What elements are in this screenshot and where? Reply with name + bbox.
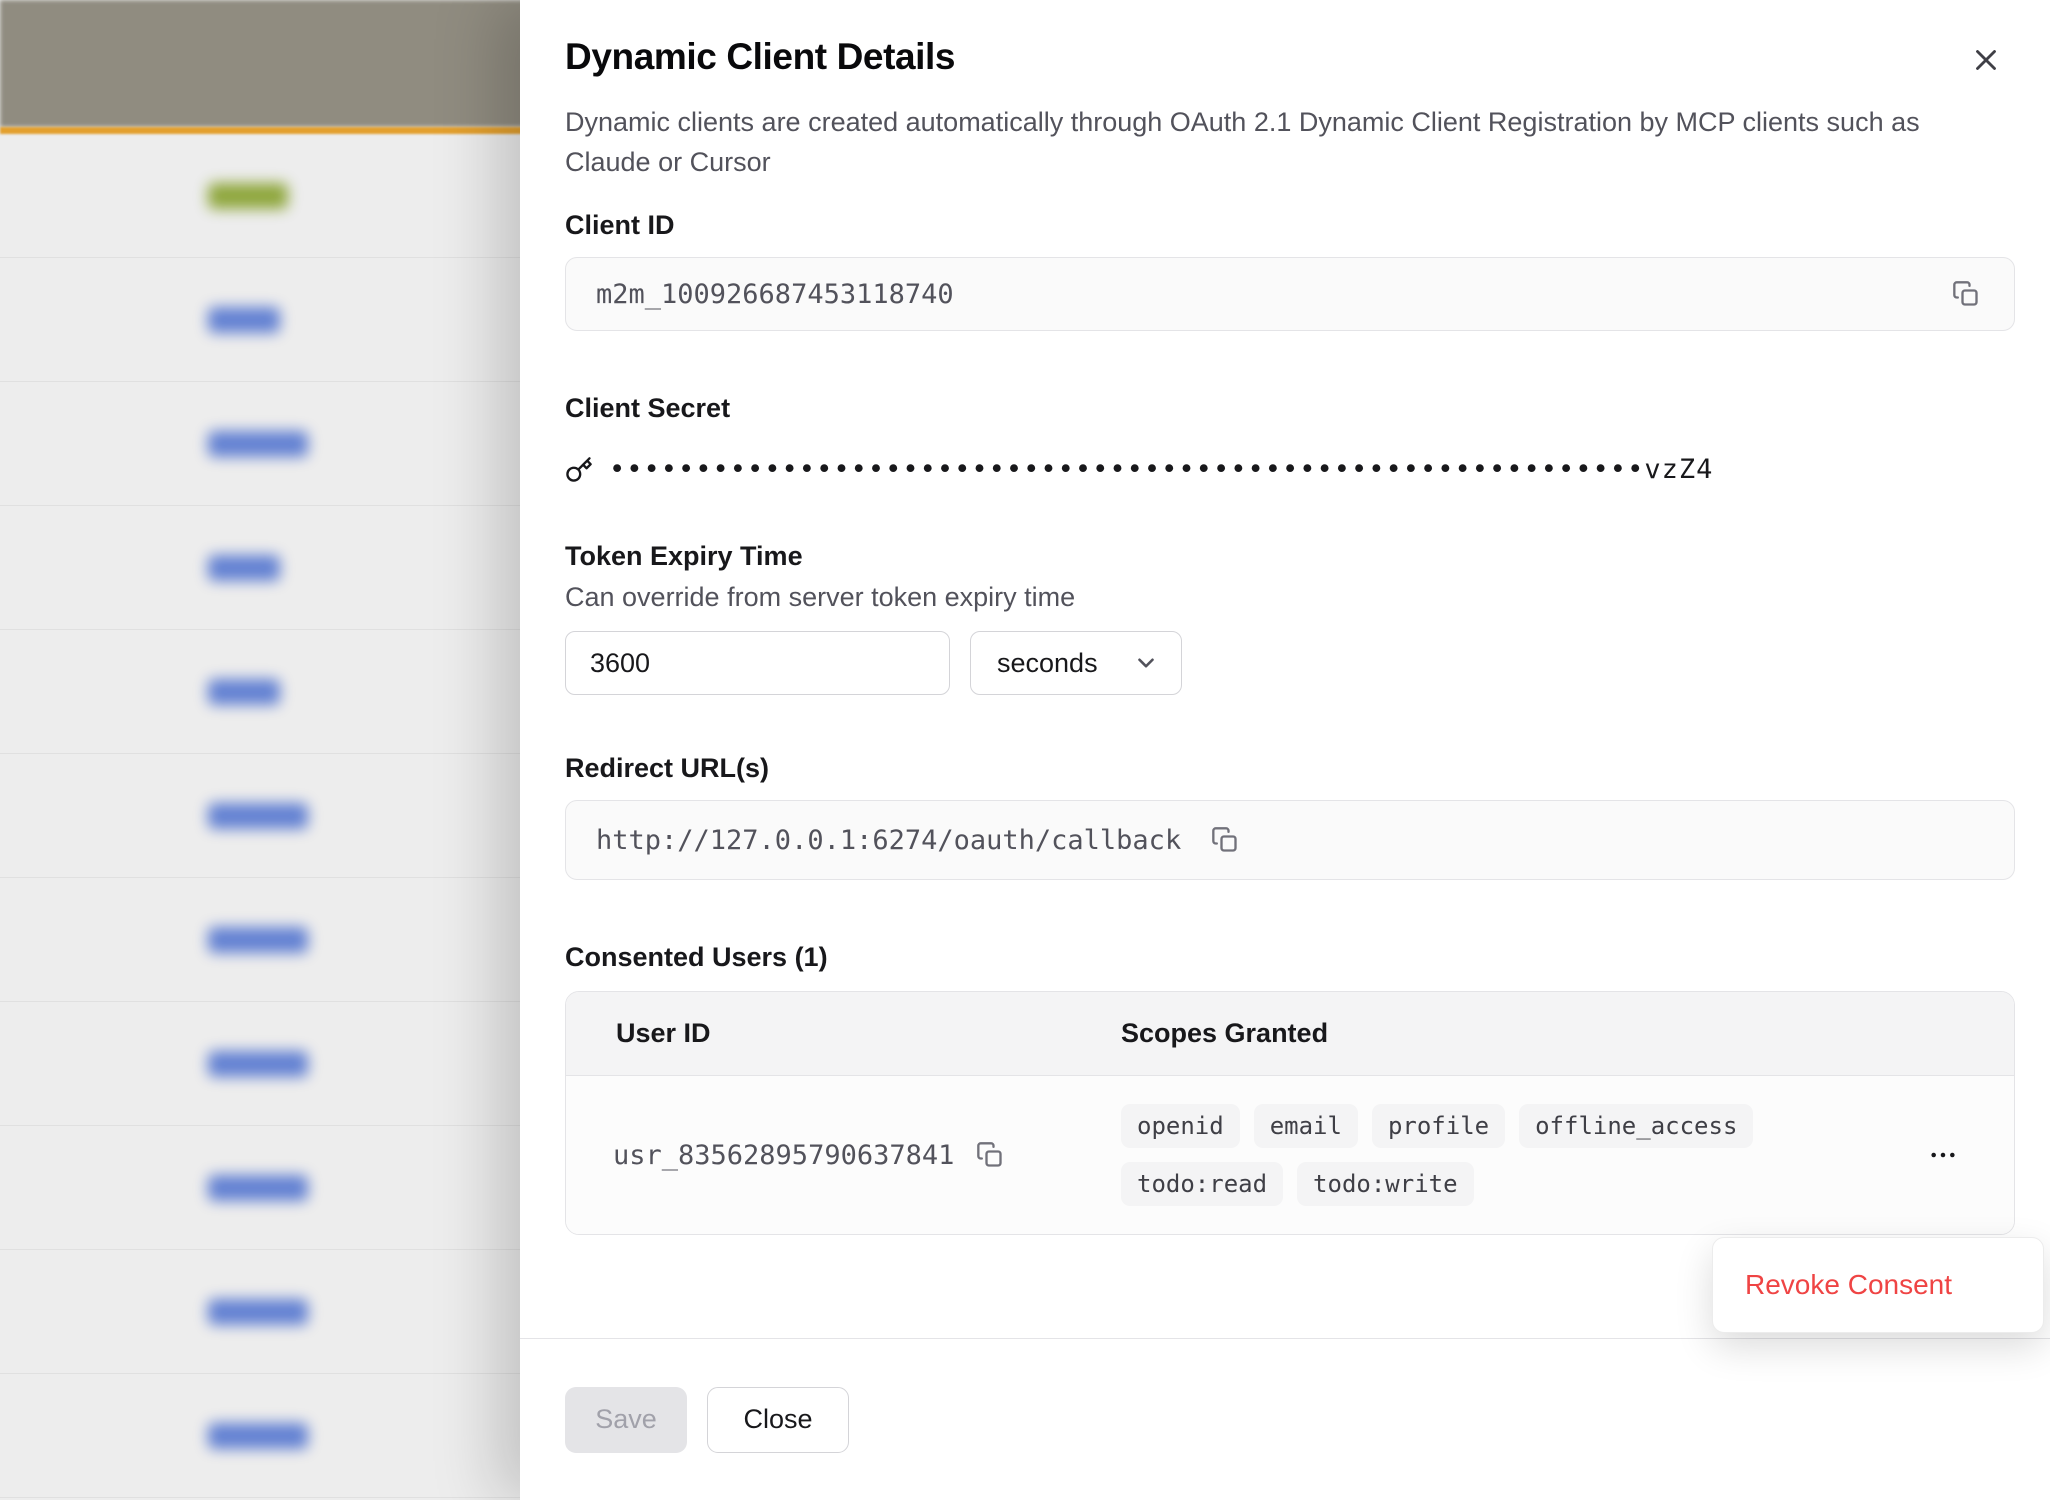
- scope-badge: todo:write: [1297, 1162, 1474, 1206]
- background-blurred-text: [208, 431, 308, 457]
- token-expiry-inputs: seconds: [565, 631, 2015, 695]
- scope-badge: profile: [1372, 1104, 1505, 1148]
- modal-description: Dynamic clients are created automaticall…: [565, 102, 1985, 182]
- token-expiry-helper: Can override from server token expiry ti…: [565, 582, 2015, 613]
- background-blurred-text: [208, 679, 280, 705]
- scope-badge: offline_access: [1519, 1104, 1753, 1148]
- background-blurred-text: [208, 1423, 308, 1449]
- consented-users-table: User ID Scopes Granted usr_8356289579063…: [565, 991, 2015, 1235]
- token-expiry-label: Token Expiry Time: [565, 541, 2015, 572]
- user-id-cell: usr_83562895790637841: [566, 1137, 1121, 1173]
- background-rows: [0, 134, 520, 1500]
- client-secret-row: ••••••••••••••••••••••••••••••••••••••••…: [565, 454, 2015, 485]
- client-secret-masked-value: ••••••••••••••••••••••••••••••••••••••••…: [609, 454, 1713, 485]
- background-row: [0, 1126, 520, 1250]
- modal-footer: Save Close: [520, 1338, 2050, 1500]
- background-blurred-text: [208, 1175, 308, 1201]
- redirect-url-field: http://127.0.0.1:6274/oauth/callback: [565, 800, 2015, 880]
- revoke-consent-menu-item[interactable]: Revoke Consent: [1745, 1269, 1952, 1301]
- background-blurred-text: [208, 555, 280, 581]
- column-header-scopes: Scopes Granted: [1121, 1018, 2014, 1049]
- client-secret-label: Client Secret: [565, 393, 2015, 424]
- redirect-url-value: http://127.0.0.1:6274/oauth/callback: [596, 825, 1181, 856]
- background-row: [0, 382, 520, 506]
- token-expiry-input[interactable]: [565, 631, 950, 695]
- token-expiry-section: Token Expiry Time Can override from serv…: [565, 541, 2015, 695]
- client-secret-section: Client Secret ••••••••••••••••••••••••••…: [565, 393, 2015, 485]
- modal-title: Dynamic Client Details: [565, 36, 2005, 78]
- scope-badge: todo:read: [1121, 1162, 1283, 1206]
- close-button[interactable]: Close: [707, 1387, 849, 1453]
- background-row: [0, 630, 520, 754]
- chevron-down-icon: [1133, 650, 1159, 676]
- background-blurred-text: [208, 1299, 308, 1325]
- background-row: [0, 878, 520, 1002]
- client-id-value: m2m_100926687453118740: [596, 279, 954, 310]
- background-row: [0, 754, 520, 878]
- consented-users-table-header: User ID Scopes Granted: [566, 992, 2014, 1076]
- copy-client-id-icon[interactable]: [1948, 276, 1984, 312]
- client-id-section: Client ID m2m_100926687453118740: [565, 210, 2015, 331]
- row-actions-cell: [1927, 1139, 2014, 1171]
- background-blurred-text: [208, 183, 288, 209]
- background-row: [0, 258, 520, 382]
- key-icon: [565, 456, 593, 484]
- background-blurred-text: [208, 803, 308, 829]
- background-row: [0, 506, 520, 630]
- consented-users-section: Consented Users (1) User ID Scopes Grant…: [565, 942, 2015, 1235]
- column-header-user-id: User ID: [566, 1018, 1121, 1049]
- save-button[interactable]: Save: [565, 1387, 687, 1453]
- redirect-urls-label: Redirect URL(s): [565, 753, 2015, 784]
- scope-badges: openid email profile offline_access todo:rea…: [1121, 1084, 1821, 1226]
- client-id-field: m2m_100926687453118740: [565, 257, 2015, 331]
- client-id-label: Client ID: [565, 210, 2015, 241]
- row-context-menu: Revoke Consent: [1712, 1237, 2044, 1333]
- copy-redirect-url-icon[interactable]: [1207, 822, 1243, 858]
- background-blurred-text: [208, 927, 308, 953]
- scope-badge: openid: [1121, 1104, 1240, 1148]
- background-blurred-text: [208, 1051, 308, 1077]
- background-row: [0, 1250, 520, 1374]
- copy-user-id-icon[interactable]: [972, 1137, 1008, 1173]
- background-row: [0, 1002, 520, 1126]
- token-expiry-unit-select[interactable]: seconds: [970, 631, 1182, 695]
- modal-body: Client ID m2m_100926687453118740 Client …: [520, 182, 2050, 1338]
- redirect-urls-section: Redirect URL(s) http://127.0.0.1:6274/oa…: [565, 753, 2015, 880]
- table-row: usr_83562895790637841 openid email profile…: [566, 1076, 2014, 1234]
- consented-users-label: Consented Users (1): [565, 942, 2015, 973]
- background-blurred-text: [208, 307, 280, 333]
- background-row: [0, 134, 520, 258]
- user-id-value: usr_83562895790637841: [613, 1140, 954, 1171]
- background-row: [0, 1374, 520, 1498]
- close-icon[interactable]: [1964, 38, 2008, 82]
- modal-header: Dynamic Client Details Dynamic clients a…: [520, 0, 2050, 182]
- row-menu-ellipsis-icon[interactable]: [1927, 1139, 1959, 1171]
- scope-badge: email: [1254, 1104, 1358, 1148]
- token-expiry-unit-value: seconds: [997, 648, 1098, 679]
